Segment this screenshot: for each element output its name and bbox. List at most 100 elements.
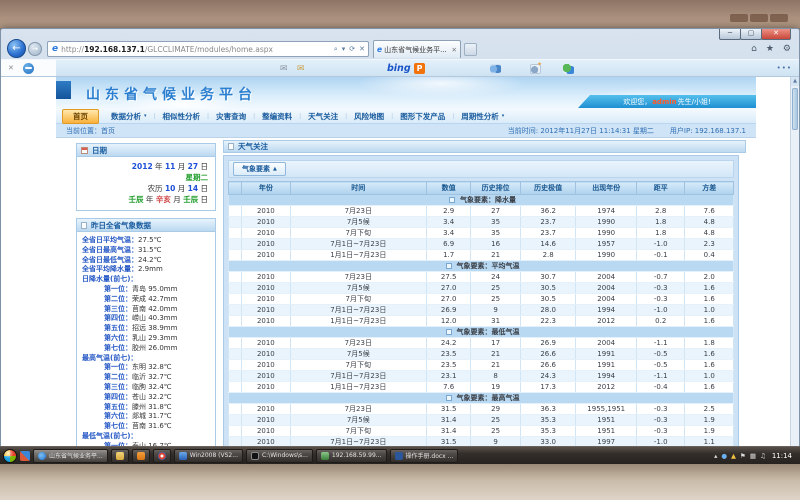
element-selector-button[interactable]: 气象要素 ▲ bbox=[233, 162, 286, 176]
tray-update-icon[interactable]: ● bbox=[721, 452, 727, 460]
favorites-star-icon[interactable]: ★ bbox=[766, 43, 774, 55]
table-cell: 7月5候 bbox=[290, 283, 426, 294]
bing-logo[interactable]: bing bbox=[387, 63, 411, 74]
scroll-up-arrow-icon[interactable]: ▲ bbox=[791, 77, 799, 86]
table-cell: 36.3 bbox=[520, 404, 576, 415]
taskbar-button-win2008[interactable]: Win2008 (VS2... bbox=[174, 449, 243, 463]
table-cell: 2.0 bbox=[685, 272, 734, 283]
taskbar-button-media[interactable] bbox=[132, 449, 150, 463]
weather-table: 年份时间数值历史排位历史极值出现年份距平方差 气象要素：降水量20107月23日… bbox=[228, 181, 734, 447]
stop-icon[interactable]: ✕ bbox=[359, 45, 365, 53]
mail-icon-2[interactable]: ✉ bbox=[297, 64, 305, 74]
table-cell: 35.3 bbox=[520, 426, 576, 437]
taskbar-clock[interactable]: 11:14 bbox=[772, 452, 792, 460]
nav-item-9[interactable]: 周期性分析▾ bbox=[454, 111, 511, 122]
table-group-row[interactable]: 气象要素：最高气温 bbox=[229, 393, 734, 404]
tray-warning-icon[interactable]: ▲ bbox=[731, 452, 736, 460]
checkbox-icon[interactable] bbox=[446, 263, 452, 269]
table-cell: -0.7 bbox=[637, 272, 685, 283]
rank-item: 第一位：东明 32.8℃ bbox=[82, 363, 210, 373]
nav-item-7[interactable]: 风险地图 bbox=[347, 111, 391, 122]
table-cell: 26.9 bbox=[520, 338, 576, 349]
table-row: 20107月23日27.52430.72004-0.72.0 bbox=[229, 272, 734, 283]
nav-item-label: 周期性分析 bbox=[461, 111, 499, 122]
taskbar-button-browser2[interactable] bbox=[153, 449, 171, 463]
browser-tab[interactable]: e 山东省气候业务平... ✕ bbox=[373, 40, 461, 58]
taskbar-button-explorer[interactable] bbox=[111, 449, 129, 463]
tools-gear-icon[interactable]: ⚙ bbox=[783, 43, 791, 55]
tray-network-icon[interactable]: ▦ bbox=[750, 452, 756, 460]
browser-scrollbar-thumb[interactable] bbox=[792, 88, 798, 130]
table-cell: -0.3 bbox=[637, 415, 685, 426]
table-cell: 2010 bbox=[242, 272, 290, 283]
toolbar-addon-icon-3[interactable] bbox=[563, 64, 574, 74]
table-cell: 7月5候 bbox=[290, 217, 426, 228]
table-cell: 7月下旬 bbox=[290, 426, 426, 437]
table-cell-empty bbox=[229, 426, 242, 437]
page-title: 山东省气候业务平台 bbox=[86, 84, 257, 104]
table-cell-empty bbox=[229, 294, 242, 305]
table-cell: 1.8 bbox=[637, 217, 685, 228]
search-icon[interactable]: ⌕ bbox=[334, 45, 338, 54]
browser-scrollbar[interactable]: ▲ bbox=[790, 77, 799, 447]
taskbar-button-browser[interactable]: 山东省气候业务平... bbox=[33, 449, 108, 463]
nav-item-8[interactable]: 图形下发产品 bbox=[393, 111, 452, 122]
nav-item-4[interactable]: 灾害查询 bbox=[209, 111, 253, 122]
rank-item: 第七位：胶州 26.0mm bbox=[82, 344, 210, 354]
rank-station-value: 苍山 32.2℃ bbox=[132, 393, 172, 401]
nav-item-5[interactable]: 整编资料 bbox=[255, 111, 299, 122]
table-cell: 30.5 bbox=[520, 283, 576, 294]
yesterday-panel-title: 昨日全省气象数据 bbox=[91, 220, 151, 231]
rank-section-title: 日降水量(前七)： bbox=[82, 275, 210, 285]
pinned-app-icon[interactable] bbox=[20, 451, 30, 461]
main-panel-body: 气象要素 ▲ 年份时间数值历史排位历史极值出现年份距平方差 气 bbox=[223, 155, 739, 447]
table-cell-empty bbox=[229, 228, 242, 239]
table-cell: 1.0 bbox=[685, 371, 734, 382]
tray-volume-icon[interactable]: ♫ bbox=[760, 452, 766, 460]
window-caption: ─ ▢ ✕ bbox=[1, 29, 799, 39]
table-group-row[interactable]: 气象要素：最低气温 bbox=[229, 327, 734, 338]
refresh-icon[interactable]: ⟳ bbox=[349, 45, 355, 53]
table-row: 20107月23日2.92736.219742.87.6 bbox=[229, 206, 734, 217]
table-cell: -1.1 bbox=[637, 371, 685, 382]
taskbar-button-cmd[interactable]: C:\Windows\s... bbox=[246, 449, 313, 463]
home-icon[interactable]: ⌂ bbox=[751, 43, 757, 55]
table-cell: 1974 bbox=[576, 206, 637, 217]
table-group-row[interactable]: 气象要素：平均气温 bbox=[229, 261, 734, 272]
more-options-dots-icon[interactable]: ••• bbox=[777, 64, 792, 72]
nav-item-2[interactable]: 数据分析▾ bbox=[104, 111, 154, 122]
browser-window: ─ ▢ ✕ ← → e http://192.168.137.1/GLCCLIM… bbox=[0, 28, 800, 446]
rank-position: 第五位： bbox=[104, 403, 132, 411]
tray-chevron-up-icon[interactable]: ▴ bbox=[714, 452, 717, 460]
checkbox-icon[interactable] bbox=[446, 329, 452, 335]
chevron-down-icon[interactable]: ▾ bbox=[342, 45, 346, 53]
table-group-row[interactable]: 气象要素：降水量 bbox=[229, 195, 734, 206]
mail-icon[interactable]: ✉ bbox=[280, 64, 288, 74]
new-tab-button[interactable] bbox=[464, 43, 477, 56]
table-cell: 0.2 bbox=[637, 316, 685, 327]
bing-badge-icon[interactable]: P bbox=[414, 63, 425, 74]
close-addon-bar-icon[interactable]: ✕ bbox=[8, 64, 14, 72]
taskbar-browser-label: 山东省气候业务平... bbox=[49, 451, 103, 460]
start-button[interactable] bbox=[3, 449, 17, 463]
checkbox-icon[interactable] bbox=[449, 197, 455, 203]
addon-circle-icon[interactable] bbox=[23, 63, 34, 74]
toolbar-addon-icon-2[interactable] bbox=[530, 64, 541, 74]
toolbar-addon-icon-1[interactable] bbox=[490, 64, 501, 74]
table-group-cell: 气象要素：最低气温 bbox=[229, 327, 734, 338]
nav-item-3[interactable]: 相似性分析 bbox=[156, 111, 208, 122]
table-cell: 1990 bbox=[576, 217, 637, 228]
back-button[interactable]: ← bbox=[7, 39, 26, 58]
table-cell: 22.3 bbox=[520, 316, 576, 327]
nav-item-6[interactable]: 天气关注 bbox=[301, 111, 345, 122]
tab-close-icon[interactable]: ✕ bbox=[452, 46, 457, 54]
taskbar-button-remote[interactable]: 192.168.59.99... bbox=[316, 449, 387, 463]
taskbar-button-word[interactable]: 操作手册.docx ... bbox=[390, 449, 459, 463]
checkbox-icon[interactable] bbox=[446, 395, 452, 401]
nav-item-1[interactable]: 首页 bbox=[62, 109, 99, 124]
address-bar[interactable]: e http://192.168.137.1/GLCCLIMATE/module… bbox=[47, 41, 369, 57]
tray-action-center-flag-icon[interactable]: ⚑ bbox=[740, 452, 746, 460]
table-row: 20107月下旬27.02530.52004-0.31.6 bbox=[229, 294, 734, 305]
table-cell: 2012 bbox=[576, 316, 637, 327]
forward-button[interactable]: → bbox=[28, 42, 42, 56]
